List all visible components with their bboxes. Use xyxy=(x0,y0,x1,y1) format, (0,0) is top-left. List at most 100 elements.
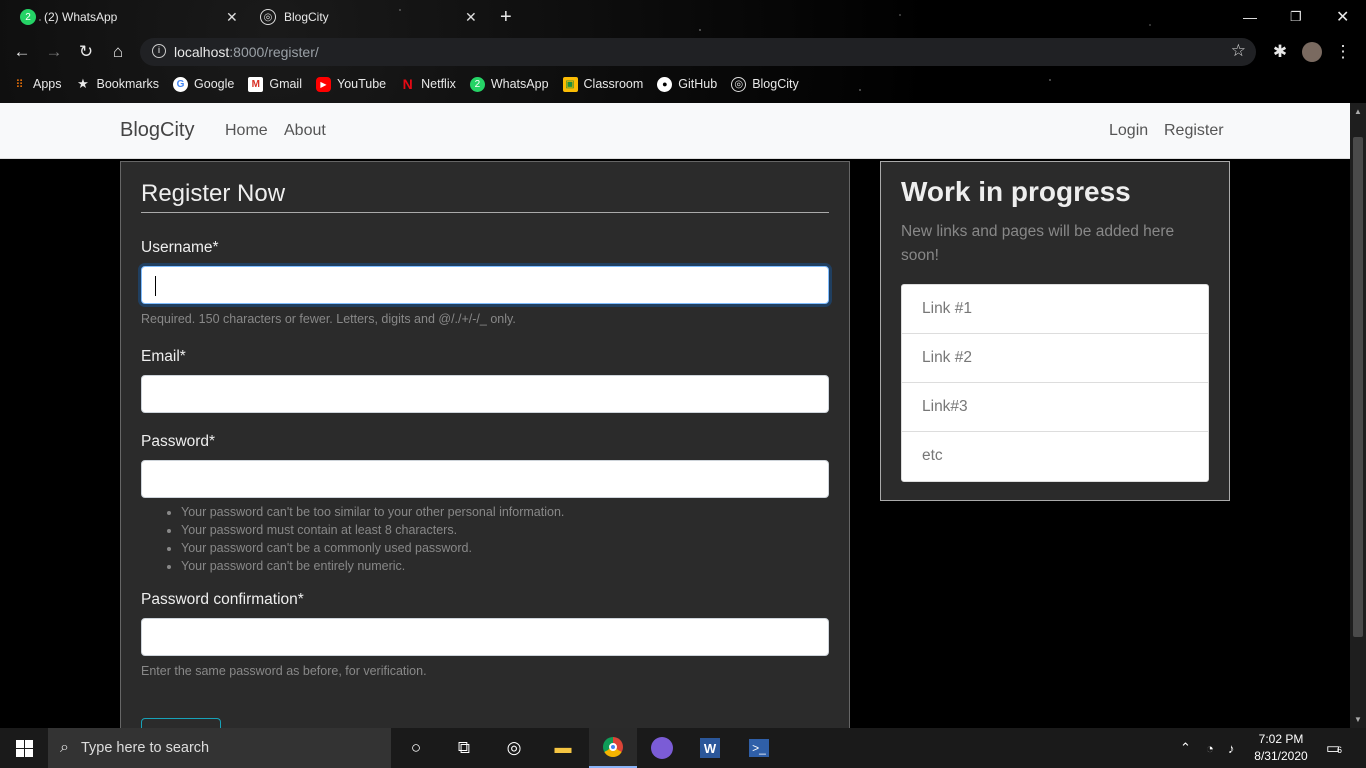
cortana-icon[interactable]: ○ xyxy=(392,728,440,768)
forward-arrow-icon[interactable]: → xyxy=(42,40,66,64)
restore-button[interactable]: ❐ xyxy=(1290,0,1302,34)
clock-date: 8/31/2020 xyxy=(1254,749,1308,763)
new-tab-button[interactable]: + xyxy=(500,0,512,34)
google-icon: G xyxy=(173,76,189,92)
nav-login[interactable]: Login xyxy=(1109,122,1148,140)
web-page: BlogCity Home About Login Register Regis… xyxy=(0,103,1350,728)
word-icon[interactable]: W xyxy=(686,728,734,768)
home-icon[interactable]: ⌂ xyxy=(106,40,130,64)
file-explorer-icon[interactable]: ▬ xyxy=(539,728,587,768)
close-icon[interactable]: ✕ xyxy=(226,9,238,26)
nav-home[interactable]: Home xyxy=(225,122,268,140)
tab-blogcity[interactable]: ◎ BlogCity ✕ xyxy=(260,0,480,34)
star-icon: ★ xyxy=(77,76,89,91)
extensions-icon[interactable]: ✱ xyxy=(1268,40,1292,64)
powershell-icon[interactable]: >_ xyxy=(735,728,783,768)
bookmark-label: YouTube xyxy=(337,77,387,91)
search-icon: ⌕ xyxy=(60,739,69,756)
username-label: Username* xyxy=(141,239,219,256)
scroll-down-icon[interactable]: ▼ xyxy=(1354,715,1362,724)
bookmark-classroom[interactable]: ▣ Classroom xyxy=(562,76,643,92)
password-input[interactable] xyxy=(141,460,829,498)
bookmark-gmail[interactable]: M Gmail xyxy=(248,76,302,92)
bookmark-netflix[interactable]: N Netflix xyxy=(400,76,456,92)
youtube-icon: ▶ xyxy=(316,76,331,92)
gmail-icon: M xyxy=(248,76,264,92)
bookmark-youtube[interactable]: ▶ YouTube xyxy=(316,76,387,92)
scrollbar-thumb[interactable] xyxy=(1353,137,1363,637)
bookmark-github[interactable]: ● GitHub xyxy=(657,76,718,92)
netflix-icon: N xyxy=(402,76,413,92)
app-circle-icon[interactable]: ◎ xyxy=(490,728,538,768)
sidebar-card: Work in progress New links and pages wil… xyxy=(880,161,1230,501)
nav-about[interactable]: About xyxy=(284,122,326,140)
volume-icon[interactable]: ♪ xyxy=(1228,728,1235,768)
email-input[interactable] xyxy=(141,375,829,413)
menu-icon[interactable]: ⋮ xyxy=(1331,40,1355,64)
bookmark-label: GitHub xyxy=(678,77,718,91)
password-rule: Your password can't be entirely numeric. xyxy=(181,559,829,573)
close-icon[interactable]: ✕ xyxy=(465,9,477,26)
search-placeholder: Type here to search xyxy=(80,740,210,756)
bookmark-label: Apps xyxy=(33,77,62,91)
tab-title: BlogCity xyxy=(284,10,329,24)
task-view-icon[interactable]: ⧉ xyxy=(440,728,488,768)
reload-icon[interactable]: ↻ xyxy=(74,40,98,64)
bookmark-blogcity[interactable]: ◎ BlogCity xyxy=(731,76,799,92)
clock-time: 7:02 PM xyxy=(1258,732,1304,746)
username-help: Required. 150 characters or fewer. Lette… xyxy=(141,312,516,326)
classroom-icon: ▣ xyxy=(562,76,578,92)
sidebar-links: Link #1 Link #2 Link#3 etc xyxy=(901,284,1209,482)
address-bar[interactable]: i localhost :8000/register/ ☆ xyxy=(140,38,1256,66)
sidebar-link[interactable]: Link#3 xyxy=(902,383,1208,432)
password-rule: Your password can't be a commonly used p… xyxy=(181,541,829,555)
bookmark-whatsapp[interactable]: 2 WhatsApp xyxy=(469,76,549,92)
bookmark-google[interactable]: G Google xyxy=(173,76,234,92)
star-icon[interactable]: ☆ xyxy=(1231,41,1246,61)
avatar[interactable] xyxy=(1300,40,1324,64)
back-arrow-icon[interactable]: ← xyxy=(10,40,34,64)
sidebar-link[interactable]: etc xyxy=(902,432,1208,481)
page-title: Register Now xyxy=(141,180,829,213)
chrome-icon[interactable] xyxy=(589,728,637,768)
sidebar-link[interactable]: Link #2 xyxy=(902,334,1208,383)
info-icon[interactable]: i xyxy=(152,44,166,58)
taskbar-search[interactable]: ⌕ Type here to search xyxy=(48,728,391,768)
plus-icon: + xyxy=(500,5,512,28)
site-navbar: BlogCity Home About Login Register xyxy=(0,103,1350,159)
scroll-up-icon[interactable]: ▲ xyxy=(1354,107,1362,116)
globe-icon: ◎ xyxy=(731,76,747,92)
bookmark-apps[interactable]: ⠿ Apps xyxy=(12,77,62,92)
page-scrollbar[interactable]: ▲ ▼ xyxy=(1350,103,1366,728)
clock[interactable]: 7:02 PM 8/31/2020 xyxy=(1248,731,1314,765)
windows-start-icon[interactable] xyxy=(0,728,48,768)
purple-app-icon[interactable] xyxy=(638,728,686,768)
notification-count: 6 xyxy=(1337,745,1343,755)
email-label: Email* xyxy=(141,348,186,365)
url-path: :8000/register/ xyxy=(229,44,319,60)
password-rules: Your password can't be too similar to yo… xyxy=(181,505,829,573)
notification-icon[interactable]: ▭ 6 xyxy=(1326,728,1343,768)
close-window-button[interactable]: ✕ xyxy=(1336,0,1349,34)
register-card: Register Now Username* Required. 150 cha… xyxy=(120,161,850,728)
tab-title: (2) WhatsApp xyxy=(44,10,118,24)
username-input[interactable] xyxy=(141,266,829,304)
password-confirm-input[interactable] xyxy=(141,618,829,656)
bookmark-label: BlogCity xyxy=(752,77,799,91)
text-caret xyxy=(155,276,156,296)
site-brand[interactable]: BlogCity xyxy=(120,119,194,142)
github-icon: ● xyxy=(657,76,673,92)
taskbar: ⌕ Type here to search ○ ⧉ ◎ ▬ W >_ ⌃ ◔ ♪… xyxy=(0,728,1366,768)
password-label: Password* xyxy=(141,433,216,450)
submit-button[interactable] xyxy=(141,718,221,728)
network-icon[interactable]: ◔ xyxy=(1206,728,1214,768)
minimize-button[interactable]: — xyxy=(1243,0,1257,34)
bookmarks-bar: ⠿ Apps ★ Bookmarks G Google M Gmail ▶ YouTube… xyxy=(12,72,813,96)
bookmark-bookmarks[interactable]: ★ Bookmarks xyxy=(76,76,159,92)
nav-register[interactable]: Register xyxy=(1164,122,1224,140)
bookmark-label: Gmail xyxy=(269,77,302,91)
tab-whatsapp[interactable]: 2 (2) WhatsApp ✕ xyxy=(20,0,240,34)
tray-chevron-icon[interactable]: ⌃ xyxy=(1180,728,1191,768)
password-rule: Your password can't be too similar to yo… xyxy=(181,505,829,519)
sidebar-link[interactable]: Link #1 xyxy=(902,285,1208,334)
